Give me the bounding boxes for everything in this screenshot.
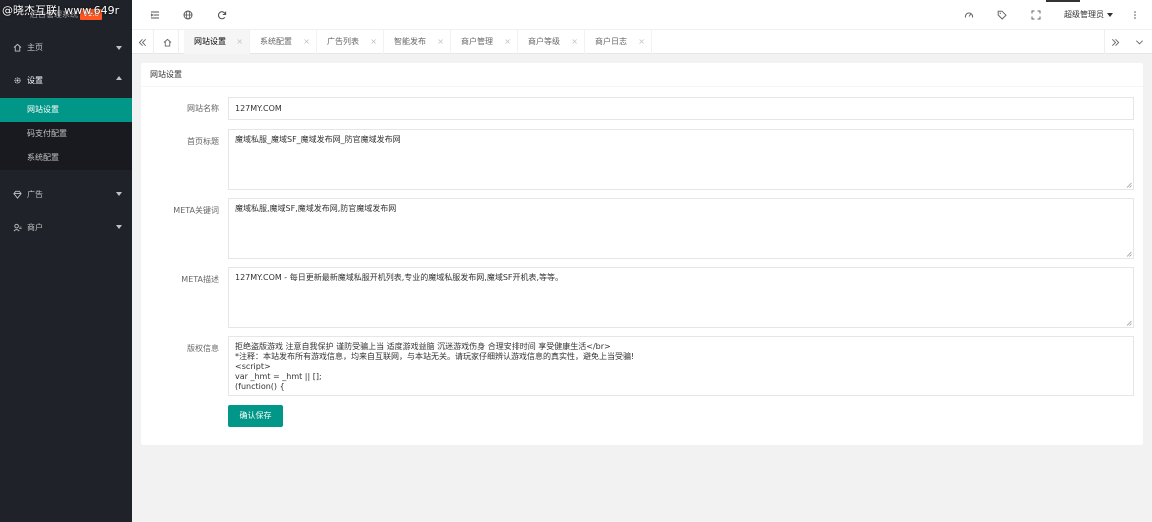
settings-submenu: 网站设置 码支付配置 系统配置 bbox=[0, 98, 132, 170]
tab-options-button[interactable] bbox=[1128, 30, 1150, 54]
settings-card: 网站设置 网站名称 127MY.COM 首页标题 魔域私服_魔域SF_魔域发布网… bbox=[141, 63, 1143, 445]
user-menu[interactable]: 超级管理员 bbox=[1064, 0, 1113, 30]
tab-merchant-manage[interactable]: 商户管理 × bbox=[451, 30, 518, 54]
sidebar-item-ads[interactable]: 广告 bbox=[0, 178, 132, 211]
sidebar-sub-site-settings[interactable]: 网站设置 bbox=[0, 98, 132, 122]
sidebar-sub-code-pay[interactable]: 码支付配置 bbox=[0, 122, 132, 146]
website-button[interactable] bbox=[173, 0, 203, 30]
copyright-value: 拒绝盗版游戏 注意自我保护 谨防受骗上当 适度游戏益脑 沉迷游戏伤身 合理安排时… bbox=[235, 342, 635, 391]
sidebar: 后台管理系统 V1.0 主页 设置 网站设置 码支付配置 系统配置 广告 商户 bbox=[0, 0, 132, 522]
fullscreen-button[interactable] bbox=[1021, 0, 1051, 30]
site-name-label: 网站名称 bbox=[187, 104, 219, 113]
tag-icon bbox=[997, 10, 1007, 20]
more-button[interactable] bbox=[1120, 0, 1150, 30]
sidebar-item-label: 商户 bbox=[27, 223, 43, 232]
sidebar-item-home[interactable]: 主页 bbox=[0, 32, 132, 62]
fullscreen-icon bbox=[1031, 10, 1041, 20]
save-button[interactable]: 确认保存 bbox=[228, 405, 283, 427]
copyright-textarea[interactable]: 拒绝盗版游戏 注意自我保护 谨防受骗上当 适度游戏益脑 沉迷游戏伤身 合理安排时… bbox=[228, 336, 1134, 396]
home-title-label: 首页标题 bbox=[187, 137, 219, 146]
close-icon[interactable]: × bbox=[370, 30, 377, 54]
meta-desc-textarea[interactable]: 127MY.COM - 每日更新最新魔域私服开机列表,专业的魔域私服发布网,魔域… bbox=[228, 267, 1134, 328]
user-name: 超级管理员 bbox=[1064, 10, 1104, 19]
meta-keywords-textarea[interactable]: 魔域私服,魔域SF,魔域发布网,防官魔域发布网 bbox=[228, 198, 1134, 259]
more-vertical-icon bbox=[1134, 11, 1136, 19]
sidebar-item-label: 设置 bbox=[27, 75, 43, 85]
double-chevron-right-icon bbox=[1112, 38, 1120, 46]
user-icon bbox=[12, 223, 22, 233]
tab-label: 商户日志 bbox=[595, 37, 627, 46]
chevron-down-icon bbox=[116, 192, 122, 196]
tab-label: 网站设置 bbox=[194, 37, 226, 46]
chevron-down-icon bbox=[1135, 39, 1143, 44]
resize-handle-icon bbox=[1126, 182, 1132, 188]
sidebar-sub-system-config[interactable]: 系统配置 bbox=[0, 146, 132, 170]
globe-icon bbox=[183, 10, 193, 20]
tab-scroll-left-button[interactable] bbox=[132, 30, 154, 54]
tab-merchant-log[interactable]: 商户日志 × bbox=[585, 30, 652, 54]
menu-fold-icon bbox=[150, 11, 159, 19]
tab-bar: 网站设置 × 系统配置 × 广告列表 × 智能发布 × 商户管理 × 商户等级 × 商户日志… bbox=[132, 30, 1152, 54]
chevron-down-icon bbox=[116, 46, 122, 50]
meta-keywords-label: META关键词 bbox=[173, 206, 219, 215]
refresh-icon bbox=[217, 11, 227, 20]
home-icon bbox=[12, 42, 22, 52]
tab-scroll-right-button[interactable] bbox=[1104, 30, 1126, 54]
close-icon[interactable]: × bbox=[236, 30, 243, 54]
close-icon[interactable]: × bbox=[638, 30, 645, 54]
diamond-icon bbox=[12, 190, 22, 200]
menu-toggle-button[interactable] bbox=[140, 0, 170, 30]
close-icon[interactable]: × bbox=[303, 30, 310, 54]
tab-label: 商户等级 bbox=[528, 37, 560, 46]
caret-down-icon bbox=[1107, 12, 1113, 17]
gear-icon bbox=[12, 75, 22, 85]
tab-label: 智能发布 bbox=[394, 37, 426, 46]
sidebar-item-label: 主页 bbox=[27, 42, 43, 52]
close-icon[interactable]: × bbox=[571, 30, 578, 54]
resize-handle-icon bbox=[1126, 320, 1132, 326]
resize-handle-icon bbox=[1126, 251, 1132, 257]
sidebar-item-settings[interactable]: 设置 bbox=[0, 62, 132, 98]
double-chevron-left-icon bbox=[138, 38, 146, 46]
dashboard-icon bbox=[964, 12, 974, 18]
home-title-value: 魔域私服_魔域SF_魔域发布网_防官魔域发布网 bbox=[235, 135, 401, 144]
watermark: @晓杰互联| www.649r bbox=[2, 4, 120, 17]
card-title: 网站设置 bbox=[141, 63, 1143, 87]
site-name-input[interactable]: 127MY.COM bbox=[228, 97, 1134, 120]
tab-system-config[interactable]: 系统配置 × bbox=[250, 30, 317, 54]
chevron-up-icon bbox=[116, 76, 122, 80]
tab-label: 广告列表 bbox=[327, 37, 359, 46]
chevron-down-icon bbox=[116, 225, 122, 229]
meta-keywords-value: 魔域私服,魔域SF,魔域发布网,防官魔域发布网 bbox=[235, 204, 397, 213]
close-icon[interactable]: × bbox=[437, 30, 444, 54]
tab-label: 商户管理 bbox=[461, 37, 493, 46]
refresh-button[interactable] bbox=[207, 0, 237, 30]
meta-desc-value: 127MY.COM - 每日更新最新魔域私服开机列表,专业的魔域私服发布网,魔域… bbox=[235, 273, 564, 282]
home-icon bbox=[163, 38, 172, 47]
home-title-textarea[interactable]: 魔域私服_魔域SF_魔域发布网_防官魔域发布网 bbox=[228, 129, 1134, 190]
sidebar-item-label: 广告 bbox=[27, 190, 43, 199]
tab-site-settings[interactable]: 网站设置 × bbox=[184, 30, 250, 54]
tab-smart-publish[interactable]: 智能发布 × bbox=[384, 30, 451, 54]
tab-merchant-level[interactable]: 商户等级 × bbox=[518, 30, 585, 54]
close-icon[interactable]: × bbox=[504, 30, 511, 54]
sidebar-item-merchants[interactable]: 商户 bbox=[0, 211, 132, 244]
meta-desc-label: META描述 bbox=[181, 275, 219, 284]
copyright-label: 版权信息 bbox=[187, 344, 219, 353]
top-header: 超级管理员 bbox=[132, 0, 1152, 30]
theme-button[interactable] bbox=[954, 0, 984, 30]
tab-ad-list[interactable]: 广告列表 × bbox=[317, 30, 384, 54]
tab-label: 系统配置 bbox=[260, 37, 292, 46]
note-button[interactable] bbox=[987, 0, 1017, 30]
tab-home-button[interactable] bbox=[157, 30, 179, 54]
